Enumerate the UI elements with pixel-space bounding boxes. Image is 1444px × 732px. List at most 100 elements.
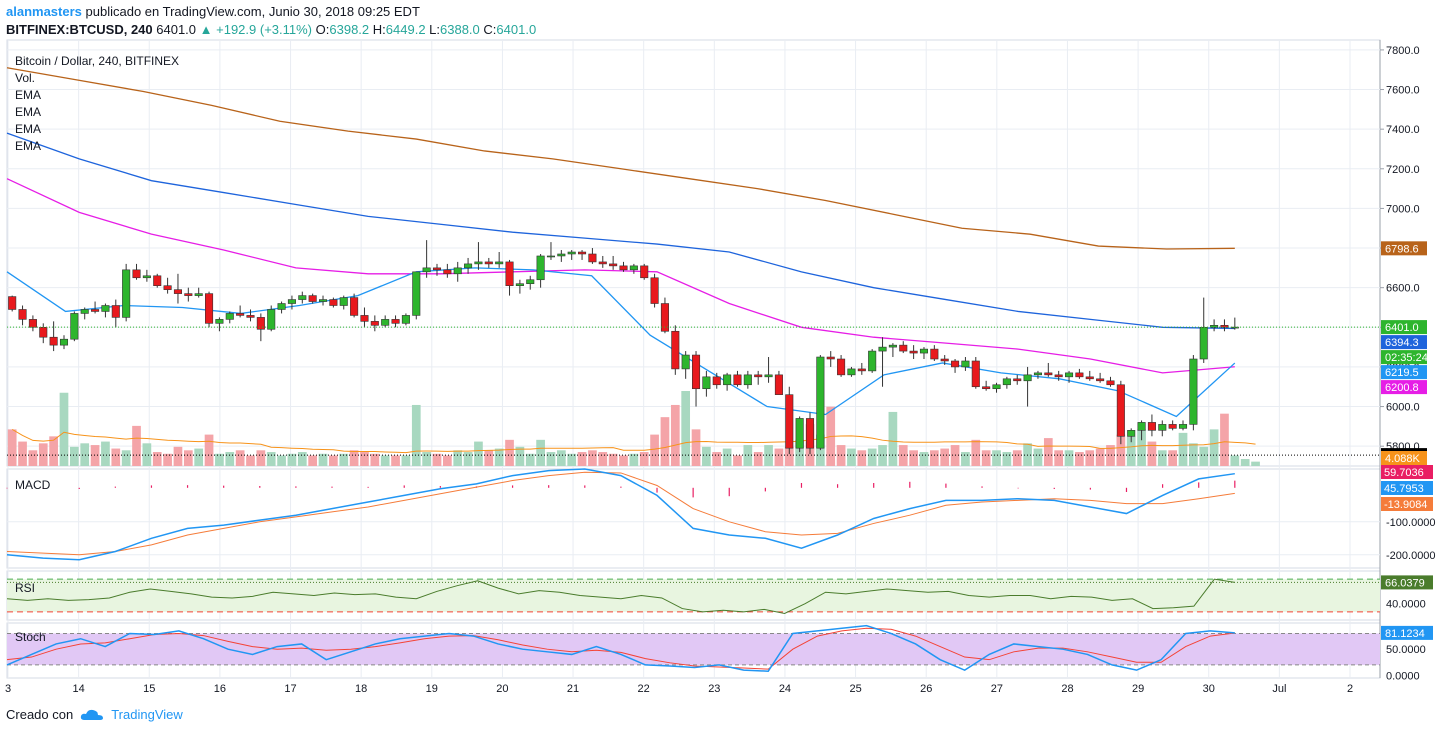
volume-bar — [536, 439, 545, 466]
candle-body — [1137, 422, 1146, 431]
candle — [381, 315, 390, 328]
candle — [899, 341, 908, 354]
volume-bar — [349, 450, 359, 466]
candle-body — [1013, 378, 1022, 382]
candle — [1158, 420, 1167, 437]
candle-body — [691, 354, 701, 390]
candle-body — [8, 296, 17, 310]
candle — [629, 263, 638, 274]
volume-bar — [1075, 452, 1084, 466]
candle-body — [422, 267, 431, 273]
candle-body — [101, 305, 110, 312]
candle — [163, 277, 172, 294]
candle — [982, 380, 991, 391]
candle-body — [142, 275, 151, 279]
volume-bar — [961, 452, 970, 466]
candle-body — [816, 356, 825, 449]
tradingview-brand-link[interactable]: TradingView — [111, 707, 183, 722]
candle — [868, 349, 877, 373]
candle — [370, 315, 379, 332]
volume-bar — [484, 450, 494, 466]
candle — [951, 359, 960, 373]
candle — [567, 250, 576, 260]
candle-body — [671, 330, 680, 370]
volume-bar — [204, 434, 214, 466]
volume-bar — [1054, 450, 1064, 466]
candle-body — [515, 283, 524, 286]
volume-bar — [878, 445, 887, 466]
candle-body — [909, 350, 918, 354]
candle — [857, 362, 866, 375]
macd-value-label: -13.9084 — [1384, 499, 1427, 511]
stoch-tick-label: 0.0000 — [1386, 670, 1420, 682]
candle — [225, 311, 234, 324]
macd-title: MACD — [15, 478, 51, 492]
volume-bar — [1240, 459, 1250, 466]
volume-bar — [443, 455, 452, 466]
volume-bar — [940, 448, 950, 466]
candle — [215, 317, 224, 332]
macd-tick-label: -100.0000 — [1386, 517, 1436, 529]
price-labels: 6798.66401.06394.302:35:246219.56200.857… — [1381, 241, 1428, 465]
time-axis[interactable]: 3 14 15 16 17 18 19 20 21 22 23 24 25 26 27 28 29 30 Jul 2 — [5, 683, 1353, 695]
price-chart[interactable]: -100.0000 -200.0000 59.7036 45.7953 -13.9084… — [0, 0, 1444, 732]
candle-body — [339, 297, 348, 306]
volume-bar — [660, 417, 670, 466]
candle-body — [743, 374, 752, 386]
candle — [1210, 319, 1219, 332]
candle-body — [28, 319, 37, 328]
volume-bar — [847, 448, 856, 466]
pane-frame — [6, 468, 1381, 569]
candle — [308, 293, 317, 304]
candle — [360, 307, 369, 328]
volume-bar — [588, 450, 597, 466]
candle — [132, 263, 141, 280]
candle — [1220, 319, 1229, 332]
volume-bar — [194, 448, 204, 466]
macd-tick-label: -200.0000 — [1386, 550, 1436, 562]
candle — [1189, 355, 1198, 431]
candle — [578, 250, 587, 260]
y-tick-label: 6000.0 — [1386, 402, 1420, 414]
candle-body — [1002, 378, 1011, 386]
candle — [640, 263, 649, 280]
candle-body — [298, 295, 307, 300]
volume-bar — [90, 445, 100, 466]
candle-body — [526, 279, 535, 285]
candle — [111, 299, 120, 328]
candle — [422, 240, 431, 278]
candle — [28, 315, 37, 332]
candle-body — [723, 374, 732, 386]
candle-body — [18, 309, 27, 320]
volume-bar — [1189, 443, 1198, 466]
rsi-value-label: 66.0379 — [1385, 577, 1425, 589]
candle-body — [557, 253, 566, 257]
candle-body — [267, 309, 276, 330]
volume-bar — [1230, 455, 1240, 466]
volume-bar — [287, 453, 297, 466]
candle-body — [173, 289, 182, 294]
candle-body — [868, 350, 877, 372]
candle-body — [1065, 372, 1074, 378]
candle-body — [837, 358, 846, 376]
candle-body — [1158, 424, 1167, 431]
ema-blue-line — [6, 132, 1235, 330]
candle — [101, 303, 110, 318]
candle — [878, 337, 887, 387]
volume-bar — [246, 455, 255, 466]
x-tick-label: 25 — [849, 683, 861, 695]
candle — [1116, 380, 1125, 445]
x-tick-label: 20 — [496, 683, 508, 695]
volume-bar — [1199, 446, 1209, 466]
candle-body — [578, 251, 587, 255]
candle — [837, 355, 846, 377]
y-tick-label: 6600.0 — [1386, 283, 1420, 295]
stoch-value-label: 81.1234 — [1385, 628, 1425, 640]
x-tick-label: 26 — [920, 683, 932, 695]
volume-bar — [577, 452, 587, 466]
legend-item-ema: EMA — [15, 139, 41, 153]
candle-body — [308, 295, 317, 302]
x-tick-label: 22 — [638, 683, 650, 695]
candle — [474, 242, 483, 270]
volume-bar — [1178, 432, 1188, 466]
